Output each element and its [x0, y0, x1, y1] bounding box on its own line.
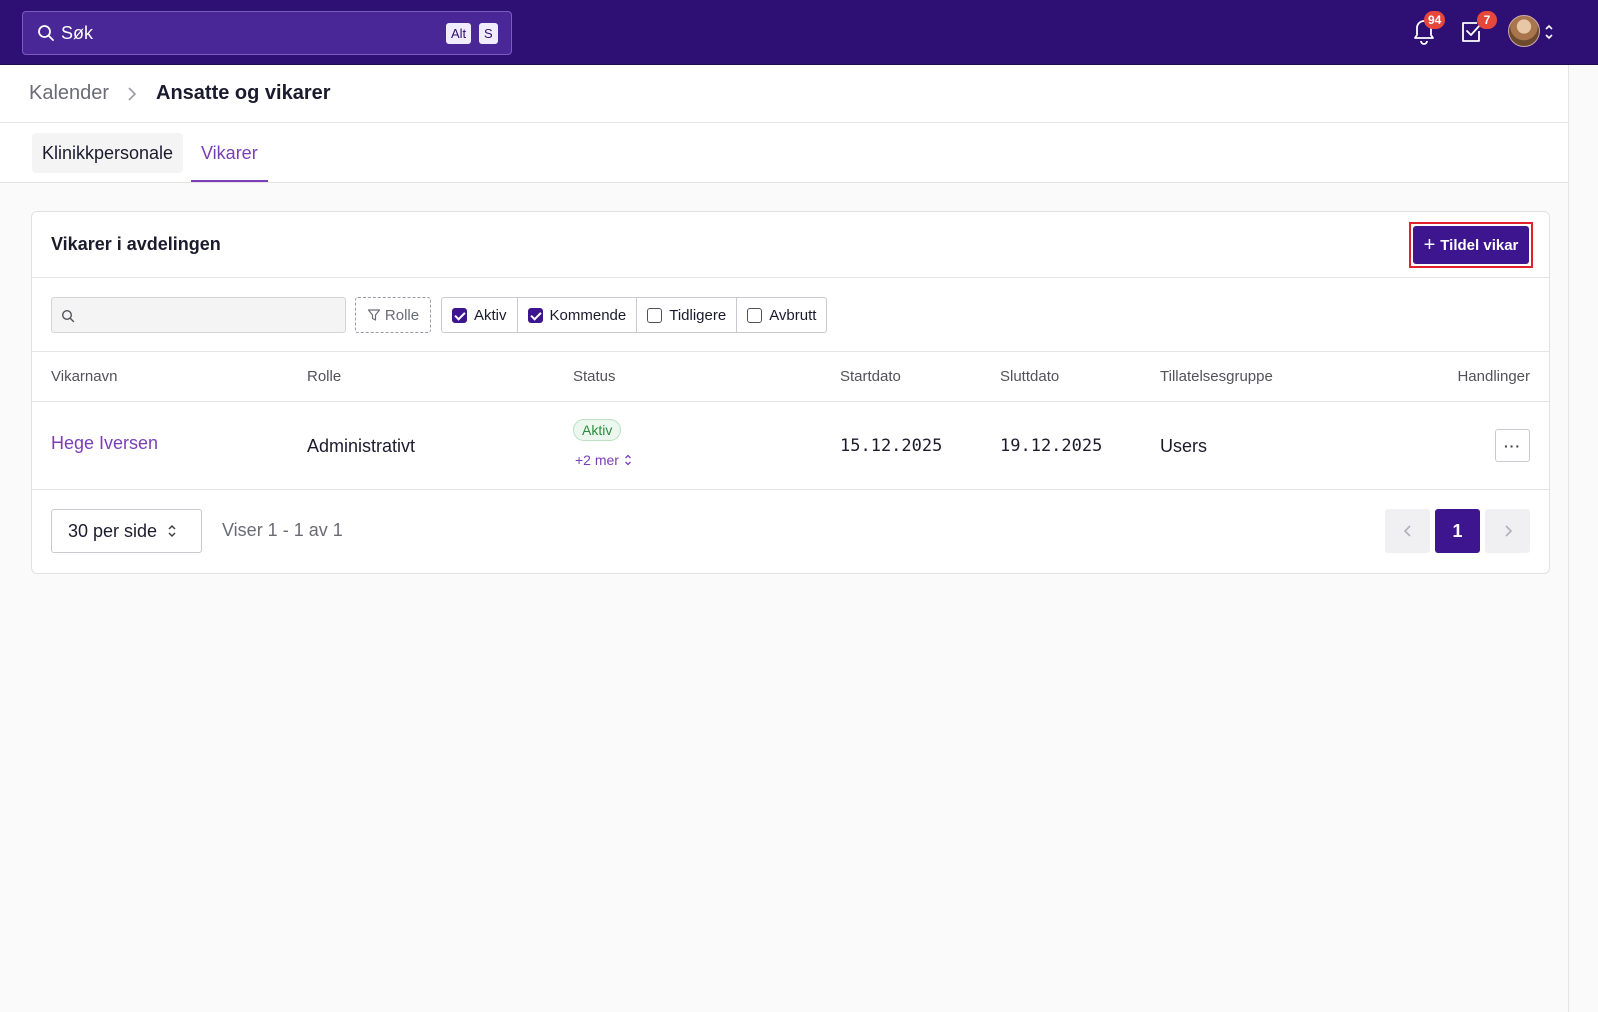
column-header-name: Vikarnavn [51, 368, 118, 385]
shortcut-key-s: S [479, 23, 498, 44]
card-header: Vikarer i avdelingen + Tildel vikar [32, 212, 1549, 278]
status-filter-label: Kommende [549, 306, 627, 324]
chevron-left-icon [1403, 525, 1411, 537]
card-title: Vikarer i avdelingen [51, 234, 221, 254]
filter-search-input[interactable] [51, 297, 346, 333]
checkbox-unchecked[interactable] [647, 307, 663, 323]
role-filter-label: Rolle [384, 306, 420, 324]
next-page-button[interactable] [1485, 509, 1530, 553]
chevron-updown-icon[interactable] [1543, 22, 1555, 42]
table-row: Hege Iversen Administrativt Aktiv +2 mer… [32, 402, 1549, 490]
search-icon [61, 309, 75, 323]
filter-bar: Rolle Aktiv Kommende Tidligere Avbrutt [32, 278, 1549, 352]
search-label: Søk [61, 22, 94, 43]
per-page-select[interactable]: 30 per side [51, 509, 202, 553]
chevron-updown-icon [625, 454, 631, 466]
top-bar: Søk Alt S 94 7 [0, 0, 1598, 65]
breadcrumb: Kalender Ansatte og vikarer [0, 65, 1568, 123]
chevron-right-icon [1504, 525, 1512, 537]
chevron-right-icon [125, 85, 139, 103]
status-filter-avbrutt[interactable]: Avbrutt [737, 298, 826, 332]
tab-bar: Klinikkpersonale Vikarer [0, 123, 1568, 183]
scrollbar[interactable] [1568, 65, 1598, 1012]
pagination-bar: 30 per side Viser 1 - 1 av 1 1 [32, 490, 1549, 575]
search-icon [37, 24, 55, 42]
row-actions-button[interactable]: ··· [1495, 429, 1530, 462]
assign-substitute-label: Tildel vikar [1440, 236, 1519, 254]
page-title: Ansatte og vikarer [156, 82, 331, 104]
end-date: 19.12.2025 [1000, 436, 1103, 456]
status-more-label: +2 mer [575, 452, 619, 468]
status-badge: Aktiv [573, 419, 622, 441]
status-filter-aktiv[interactable]: Aktiv [442, 298, 518, 332]
column-header-end: Sluttdato [1000, 368, 1060, 385]
notifications-button[interactable]: 94 [1411, 11, 1446, 48]
plus-icon: + [1423, 234, 1436, 256]
notifications-badge: 94 [1424, 11, 1446, 29]
substitute-role: Administrativt [307, 436, 416, 456]
status-more-toggle[interactable]: +2 mer [575, 452, 633, 468]
column-header-group: Tillatelsesgruppe [1160, 368, 1273, 385]
results-count: Viser 1 - 1 av 1 [222, 520, 343, 540]
highlight-frame: + Tildel vikar [1409, 222, 1533, 268]
substitute-name-link[interactable]: Hege Iversen [51, 433, 158, 454]
checkbox-unchecked[interactable] [747, 307, 763, 323]
tab-klinikkpersonale[interactable]: Klinikkpersonale [32, 133, 184, 173]
table-header: Vikarnavn Rolle Status Startdato Sluttda… [32, 352, 1549, 402]
shortcut-key-alt: Alt [446, 23, 472, 44]
substitutes-card: Vikarer i avdelingen + Tildel vikar Roll… [31, 211, 1550, 574]
checkbox-checked[interactable] [452, 307, 467, 323]
column-header-actions: Handlinger [1457, 368, 1530, 385]
tasks-badge: 7 [1477, 11, 1497, 29]
status-filter-label: Tidligere [669, 306, 727, 324]
column-header-start: Startdato [840, 368, 901, 385]
column-header-status: Status [573, 368, 616, 385]
status-filter-label: Avbrutt [769, 306, 817, 324]
assign-substitute-button[interactable]: + Tildel vikar [1413, 226, 1529, 264]
per-page-label: 30 per side [68, 520, 158, 541]
chevron-updown-icon [168, 524, 176, 538]
prev-page-button[interactable] [1385, 509, 1430, 553]
checkbox-checked[interactable] [527, 307, 543, 323]
global-search[interactable]: Søk Alt S [22, 11, 512, 55]
status-filter-group: Aktiv Kommende Tidligere Avbrutt [441, 297, 828, 333]
filter-icon [367, 309, 381, 321]
more-horizontal-icon: ··· [1504, 437, 1521, 454]
permission-group: Users [1160, 436, 1208, 456]
avatar[interactable] [1508, 15, 1540, 47]
status-filter-kommende[interactable]: Kommende [518, 298, 638, 332]
page-button-current[interactable]: 1 [1435, 509, 1480, 553]
start-date: 15.12.2025 [840, 436, 943, 456]
breadcrumb-parent[interactable]: Kalender [29, 82, 109, 105]
status-filter-tidligere[interactable]: Tidligere [637, 298, 738, 332]
column-header-role: Rolle [307, 368, 342, 385]
tasks-button[interactable]: 7 [1459, 11, 1497, 48]
role-filter-button[interactable]: Rolle [355, 297, 431, 333]
tab-vikarer[interactable]: Vikarer [191, 133, 268, 182]
status-filter-label: Aktiv [474, 306, 507, 324]
